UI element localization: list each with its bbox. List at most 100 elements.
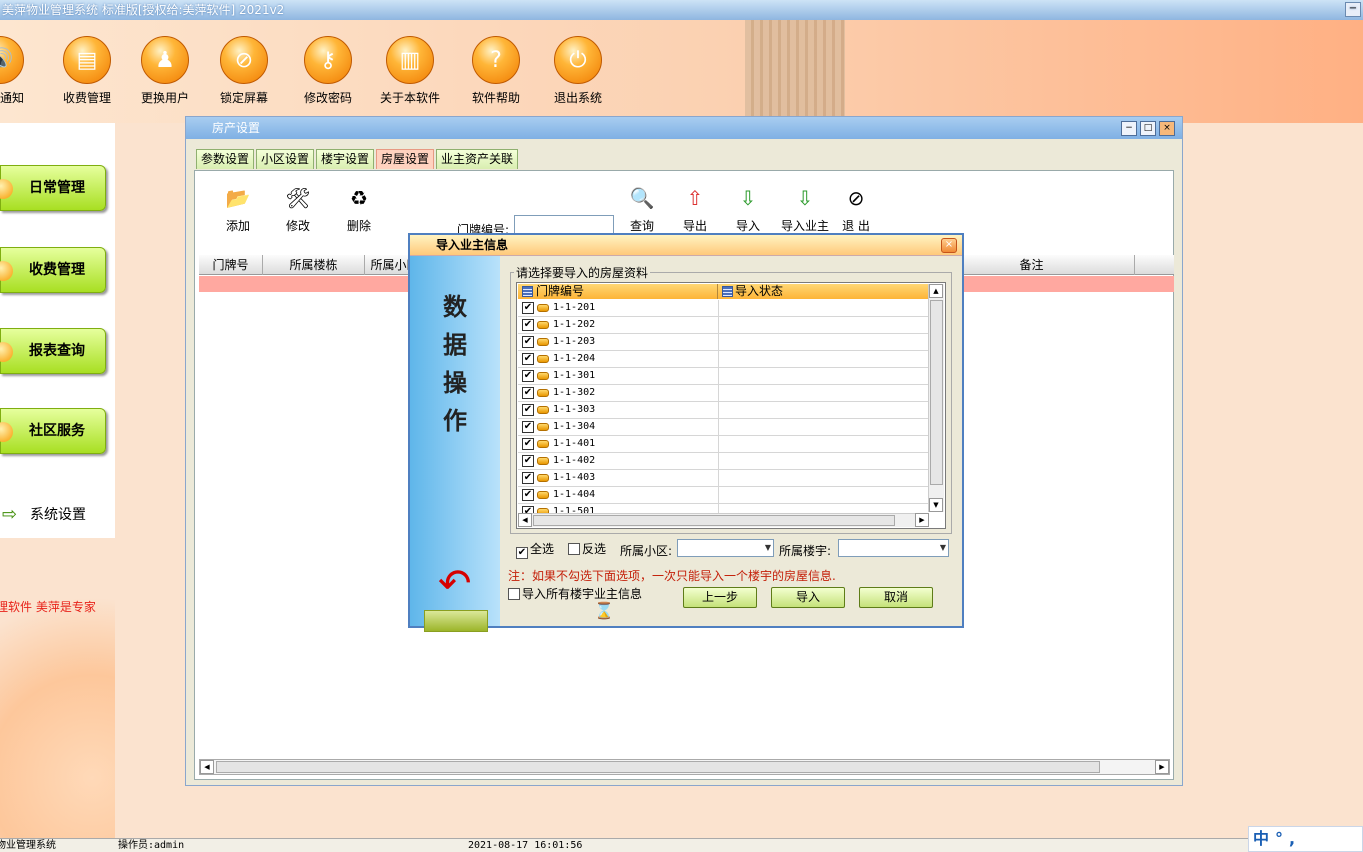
tab-house[interactable]: 房屋设置 (376, 149, 435, 169)
row-checkbox[interactable]: ✔ (522, 353, 534, 365)
toolbar-change-password-button[interactable]: ⚷ 修改密码 (288, 36, 368, 116)
row-checkbox[interactable]: ✔ (522, 387, 534, 399)
app-minimize-button[interactable]: − (1345, 2, 1361, 17)
row-door-number: 1-1-201 (553, 302, 596, 313)
checkbox-box[interactable] (508, 588, 520, 600)
scroll-left-icon[interactable]: ◀ (200, 760, 214, 774)
delete-button[interactable]: ♻ 删除 (332, 183, 386, 234)
tab-parameters[interactable]: 参数设置 (196, 149, 255, 169)
exit-button[interactable]: ⊘ 退 出 (829, 183, 883, 234)
window-minimize-button[interactable]: − (1121, 121, 1137, 136)
building-select[interactable]: ▼ (838, 539, 949, 557)
row-door-number: 1-1-404 (553, 489, 596, 500)
column-header-import-status[interactable]: 导入状态 (719, 284, 783, 299)
sidebar-item-charge[interactable]: 收费管理 (0, 247, 106, 293)
row-checkbox[interactable]: ✔ (522, 489, 534, 501)
scroll-left-icon[interactable]: ◀ (518, 513, 532, 527)
row-divider (718, 453, 719, 470)
scrollbar-thumb[interactable] (930, 300, 943, 485)
list-item[interactable]: ✔ 1-1-403 (518, 470, 929, 487)
speaker-icon: 🔊 (0, 36, 24, 84)
import-all-buildings-checkbox[interactable]: 导入所有楼宇业主信息 (508, 587, 642, 601)
list-item[interactable]: ✔ 1-1-204 (518, 351, 929, 368)
import-owner-icon: ⇩ (796, 186, 814, 210)
select-all-checkbox[interactable]: ✔ 全选 (516, 542, 554, 559)
window-title-bar[interactable]: 房产设置 (186, 117, 1182, 139)
building-label: 所属楼宇: (779, 544, 832, 558)
grid-horizontal-scrollbar[interactable]: ◀ ▶ (199, 759, 1170, 775)
orb-bullet-icon (0, 179, 13, 199)
list-item[interactable]: ✔ 1-1-202 (518, 317, 929, 334)
column-header-building[interactable]: 所属楼栋 (263, 255, 365, 275)
house-list-horizontal-scrollbar[interactable]: ◀ ▶ (518, 513, 929, 527)
sidebar-item-system[interactable]: ⇨ 系统设置 (0, 493, 115, 538)
scrollbar-thumb[interactable] (216, 761, 1100, 773)
row-checkbox[interactable]: ✔ (522, 472, 534, 484)
column-header-door-number[interactable]: 门牌编号 (518, 284, 718, 299)
tab-owner-asset[interactable]: 业主资产关联 (436, 149, 519, 169)
house-list-vertical-scrollbar[interactable]: ▲ ▼ (928, 284, 944, 512)
add-button[interactable]: 📂 添加 (211, 183, 265, 234)
previous-step-button[interactable]: 上一步 (683, 587, 757, 608)
list-item[interactable]: ✔ 1-1-402 (518, 453, 929, 470)
tab-community[interactable]: 小区设置 (256, 149, 315, 169)
scroll-down-icon[interactable]: ▼ (929, 498, 943, 512)
row-door-number: 1-1-403 (553, 472, 596, 483)
row-checkbox[interactable]: ✔ (522, 438, 534, 450)
sidebar-item-reports[interactable]: 报表查询 (0, 328, 106, 374)
export-button[interactable]: ⇧ 导出 (668, 183, 722, 234)
checkbox-box[interactable] (568, 543, 580, 555)
list-item[interactable]: ✔ 1-1-302 (518, 385, 929, 402)
row-checkbox[interactable]: ✔ (522, 455, 534, 467)
checkbox-box[interactable]: ✔ (516, 547, 528, 559)
tab-building[interactable]: 楼宇设置 (316, 149, 375, 169)
orb-bullet-icon (0, 422, 13, 442)
row-checkbox[interactable]: ✔ (522, 302, 534, 314)
row-checkbox[interactable]: ✔ (522, 370, 534, 382)
invert-selection-checkbox[interactable]: 反选 (568, 542, 606, 556)
dialog-title-bar[interactable]: 导入业主信息 (410, 235, 962, 256)
row-checkbox[interactable]: ✔ (522, 421, 534, 433)
scroll-up-icon[interactable]: ▲ (929, 284, 943, 298)
toolbar-charge-button[interactable]: ▤ 收费管理 (47, 36, 127, 116)
dialog-close-button[interactable]: × (941, 238, 957, 253)
community-select[interactable]: ▼ (677, 539, 774, 557)
toolbar-notice-button[interactable]: 🔊 发布通知 (0, 36, 40, 116)
ime-status: 中°, (1253, 829, 1302, 848)
cancel-button[interactable]: 取消 (859, 587, 933, 608)
import-owner-button[interactable]: ⇩ 导入业主 (775, 183, 835, 234)
window-maximize-button[interactable]: □ (1140, 121, 1156, 136)
scroll-right-icon[interactable]: ▶ (915, 513, 929, 527)
scrollbar-thumb[interactable] (533, 515, 895, 526)
row-checkbox[interactable]: ✔ (522, 404, 534, 416)
status-bar: 美萍物业管理系统 操作员:admin 2021-08-17 16:01:56 (0, 838, 1363, 852)
list-item[interactable]: ✔ 1-1-304 (518, 419, 929, 436)
toolbar-exit-button[interactable]: ⏻ 退出系统 (538, 36, 618, 116)
edit-button[interactable]: 🛠 修改 (271, 183, 325, 234)
row-door-number: 1-1-402 (553, 455, 596, 466)
sidebar-item-label: 日常管理 (29, 180, 85, 196)
row-checkbox[interactable]: ✔ (522, 336, 534, 348)
list-item[interactable]: ✔ 1-1-301 (518, 368, 929, 385)
list-item[interactable]: ✔ 1-1-203 (518, 334, 929, 351)
toolbar-help-button[interactable]: ? 软件帮助 (456, 36, 536, 116)
window-close-button[interactable]: × (1159, 121, 1175, 136)
column-header-door[interactable]: 门牌号 (199, 255, 263, 275)
import-confirm-button[interactable]: 导入 (771, 587, 845, 608)
list-item[interactable]: ✔ 1-1-401 (518, 436, 929, 453)
list-item[interactable]: ✔ 1-1-303 (518, 402, 929, 419)
sidebar-item-community[interactable]: 社区服务 (0, 408, 106, 454)
list-item[interactable]: ✔ 1-1-201 (518, 300, 929, 317)
search-button[interactable]: 🔍 查询 (615, 183, 669, 234)
door-number-input[interactable] (514, 215, 614, 235)
toolbar-about-button[interactable]: ▥ 关于本软件 (370, 36, 450, 116)
toolbar-lock-screen-button[interactable]: ⊘ 锁定屏幕 (204, 36, 284, 116)
scroll-right-icon[interactable]: ▶ (1155, 760, 1169, 774)
ime-toolbar[interactable]: 中°, (1248, 826, 1363, 852)
row-checkbox[interactable]: ✔ (522, 319, 534, 331)
sidebar-item-label: 收费管理 (29, 262, 85, 278)
toolbar-switch-user-button[interactable]: ♟ 更换用户 (125, 36, 205, 116)
import-button[interactable]: ⇩ 导入 (721, 183, 775, 234)
sidebar-item-daily[interactable]: 日常管理 (0, 165, 106, 211)
list-item[interactable]: ✔ 1-1-404 (518, 487, 929, 504)
